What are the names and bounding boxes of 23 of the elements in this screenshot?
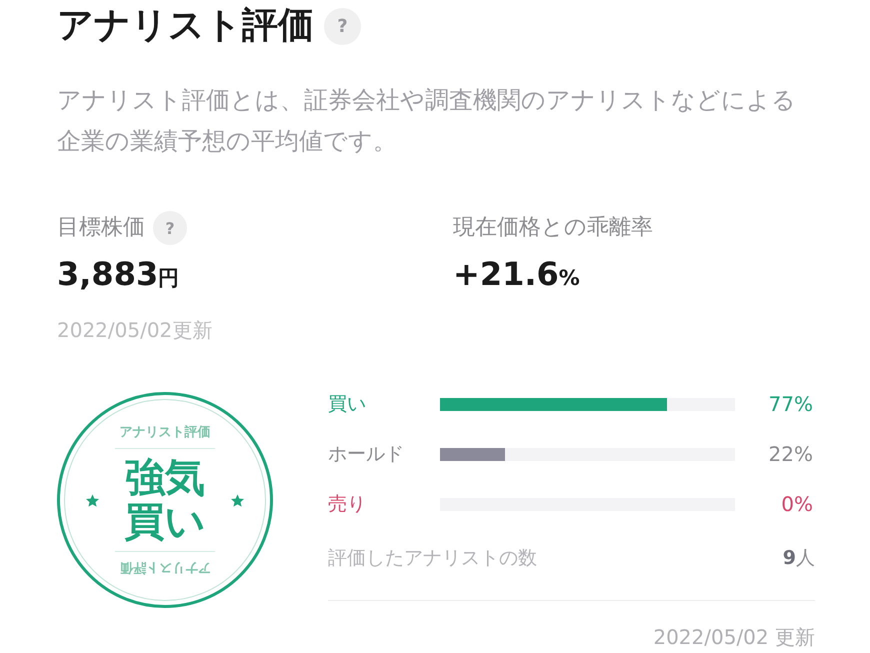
- rating-label: 買い: [328, 392, 366, 417]
- seal-rating: 強気買い: [124, 456, 206, 544]
- update-date: 2022/05/02 更新: [653, 625, 815, 649]
- seal-caption: アナリスト評価: [120, 424, 210, 441]
- deviation-value: +21.6%: [453, 254, 580, 295]
- description-text: アナリスト評価とは、証券会社や調査機関のアナリストなどによる企業の業績予想の平均値です。: [57, 85, 797, 157]
- analyst-count-label: 評価したアナリストの数: [328, 546, 537, 571]
- rating-percent: 0%: [781, 492, 813, 516]
- help-button[interactable]: ?: [324, 8, 361, 44]
- rating-label: ホールド: [328, 442, 404, 467]
- target-price-label: 目標株価: [57, 214, 145, 242]
- rating-label: 売り: [328, 492, 366, 517]
- update-date: 2022/05/02更新: [57, 317, 212, 344]
- help-button[interactable]: ?: [153, 211, 187, 245]
- seal-caption: アナリスト評価: [120, 559, 210, 576]
- star-icon: [86, 494, 99, 506]
- section-title: アナリスト評価: [57, 4, 314, 48]
- deviation-label: 現在価格との乖離率: [453, 214, 653, 242]
- analyst-count-value: 9人: [782, 546, 815, 571]
- star-icon: [231, 494, 244, 506]
- target-price-value: 3,883円: [57, 254, 180, 295]
- rating-percent: 77%: [768, 392, 813, 416]
- rating-percent: 22%: [768, 442, 813, 466]
